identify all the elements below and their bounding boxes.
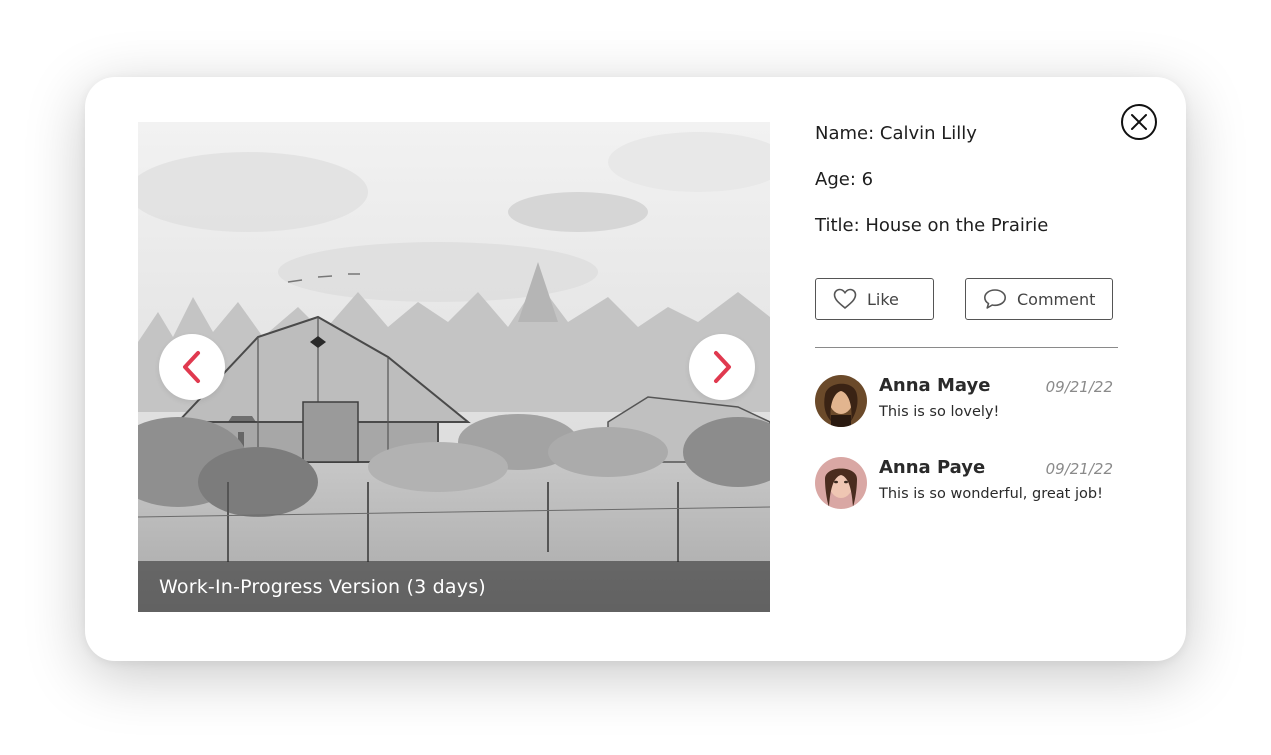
artwork-viewer: Work-In-Progress Version (3 days) [138, 122, 770, 612]
comment-date: 09/21/22 [1045, 460, 1113, 478]
comment-author: Anna Maye [879, 375, 991, 396]
artist-age: Age: 6 [815, 169, 874, 190]
like-button[interactable]: Like [815, 278, 934, 320]
close-button[interactable] [1120, 103, 1158, 141]
like-label: Like [867, 289, 899, 309]
artwork-modal: Work-In-Progress Version (3 days) Name: … [85, 77, 1186, 661]
divider [815, 347, 1118, 348]
chevron-right-icon [714, 351, 731, 383]
speech-bubble-icon [984, 289, 1006, 309]
comment-item: Anna Paye 09/21/22 This is so wonderful,… [815, 457, 1118, 511]
comment-item: Anna Maye 09/21/22 This is so lovely! [815, 375, 1118, 429]
comment-button[interactable]: Comment [965, 278, 1113, 320]
previous-image-button[interactable] [159, 334, 225, 400]
comment-text: This is so lovely! [879, 404, 1000, 420]
comment-label: Comment [1017, 289, 1096, 309]
image-caption-bar: Work-In-Progress Version (3 days) [138, 561, 770, 612]
avatar [815, 375, 867, 427]
close-icon [1121, 104, 1157, 140]
comment-author: Anna Paye [879, 457, 986, 478]
artwork-title: Title: House on the Prairie [815, 215, 1049, 236]
next-image-button[interactable] [689, 334, 755, 400]
artist-name: Name: Calvin Lilly [815, 123, 977, 144]
artwork-image [138, 122, 770, 612]
heart-icon [833, 288, 857, 310]
artwork-details: Name: Calvin Lilly Age: 6 Title: House o… [815, 122, 1125, 260]
image-caption: Work-In-Progress Version (3 days) [159, 575, 486, 598]
chevron-left-icon [183, 351, 200, 383]
avatar [815, 457, 867, 509]
comment-text: This is so wonderful, great job! [879, 486, 1103, 502]
comment-date: 09/21/22 [1045, 378, 1113, 396]
action-bar: Like Comment [815, 278, 1118, 320]
